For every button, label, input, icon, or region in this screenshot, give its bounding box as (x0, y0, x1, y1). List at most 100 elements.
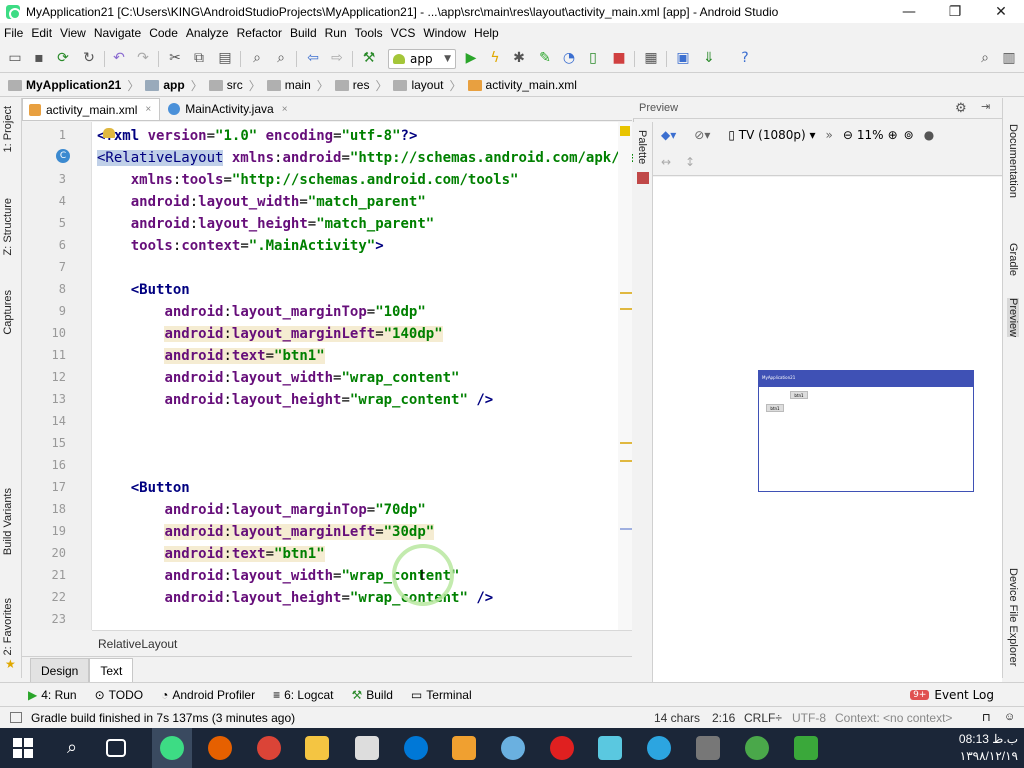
preview-button-2[interactable]: btn1 (766, 404, 784, 412)
profile-icon[interactable]: ◔ (560, 49, 578, 67)
project-structure-icon[interactable]: ▣ (674, 49, 692, 67)
breadcrumb-item[interactable]: app 〉 (145, 77, 203, 94)
find-icon[interactable]: ⌕ (248, 49, 266, 67)
cut-icon[interactable]: ✂ (166, 49, 184, 67)
windows-start-icon[interactable] (12, 737, 34, 759)
sdk-manager-icon[interactable]: ⇓ (700, 49, 718, 67)
avd-manager-icon[interactable]: ▦ (642, 49, 660, 67)
file-encoding[interactable]: UTF-8 (792, 711, 826, 725)
code-line[interactable]: android:layout_marginTop="10dp" (97, 301, 425, 323)
lock-icon[interactable]: ⊓ (982, 711, 991, 724)
attach-debugger-icon[interactable]: ✎ (536, 49, 554, 67)
breadcrumb-item[interactable]: src 〉 (208, 77, 261, 94)
sync-icon[interactable]: ⟳ (54, 49, 72, 67)
tool-terminal[interactable]: ▭ Terminal (411, 688, 472, 702)
open-folder-icon[interactable]: ▭ (6, 49, 24, 67)
resize-horizontal-icon[interactable]: ↔ (661, 155, 671, 169)
run-icon[interactable]: ▶ (462, 49, 480, 67)
zoom-in-icon[interactable]: ⊕ (888, 128, 898, 142)
editor-breadcrumb[interactable]: RelativeLayout (92, 630, 632, 656)
code-line[interactable]: android:layout_marginLeft="140dp" (97, 323, 443, 345)
menu-analyze[interactable]: Analyze (186, 26, 229, 40)
taskbar-app[interactable] (598, 736, 622, 760)
code-line[interactable]: android:text="btn1" (97, 345, 325, 367)
apply-changes-icon[interactable]: ϟ (486, 49, 504, 67)
undo-icon[interactable]: ↶ (110, 49, 128, 67)
maximize-button[interactable]: ❐ (932, 4, 978, 20)
system-clock[interactable]: 08:13 ب.ظ ۱۳۹۸/۱۲/۱۹ (959, 731, 1018, 765)
more-icon[interactable]: » (826, 128, 833, 142)
breadcrumb-item[interactable]: res 〉 (334, 77, 387, 94)
tab-palette[interactable]: Palette (636, 130, 648, 164)
menu-file[interactable]: File (4, 26, 23, 40)
tool-logcat[interactable]: ≡ 6: Logcat (273, 688, 333, 702)
resize-vertical-icon[interactable]: ↕ (685, 155, 695, 169)
taskbar-android-studio[interactable] (152, 728, 192, 768)
menu-navigate[interactable]: Navigate (94, 26, 141, 40)
event-log[interactable]: 9+ Event Log (910, 688, 994, 702)
run-config-select[interactable]: app ▼ (388, 49, 456, 69)
taskbar-firefox[interactable] (208, 736, 232, 760)
tab-gradle[interactable]: Gradle (1007, 243, 1019, 276)
tool-todo[interactable]: ⊙ TODO (95, 688, 144, 702)
taskbar-download[interactable] (745, 736, 769, 760)
tab-main-activity-java[interactable]: MainActivity.java × (162, 98, 295, 120)
stop-icon[interactable]: ■ (610, 49, 628, 67)
orientation-icon[interactable]: ⊘▾ (694, 128, 710, 142)
menu-vcs[interactable]: VCS (391, 26, 416, 40)
code-line[interactable]: android:layout_height="wrap_content" /> (97, 389, 493, 411)
tab-structure[interactable]: Z: Structure (2, 198, 14, 255)
menu-help[interactable]: Help (474, 26, 499, 40)
taskbar-calculator[interactable] (355, 736, 379, 760)
code-line[interactable]: <?xml version="1.0" encoding="utf-8"?> (97, 125, 417, 147)
close-tab-icon[interactable]: × (145, 104, 151, 115)
lightbulb-icon[interactable] (103, 128, 115, 138)
paste-icon[interactable]: ▤ (216, 49, 234, 67)
menu-edit[interactable]: Edit (31, 26, 52, 40)
taskbar-chrome[interactable] (257, 736, 281, 760)
replace-icon[interactable]: ⌕ (272, 49, 290, 67)
tab-preview[interactable]: Preview (1007, 298, 1019, 338)
save-icon[interactable]: ▪ (30, 49, 48, 67)
tab-documentation[interactable]: Documentation (1007, 124, 1019, 198)
hide-panel-icon[interactable]: ⇥ (981, 100, 990, 113)
device-preview[interactable]: MyApplication21 btn1 btn1 (758, 370, 974, 492)
tab-text[interactable]: Text (89, 658, 134, 682)
zoom-out-icon[interactable]: ⊖ (843, 128, 853, 142)
gear-icon[interactable]: ⚙ (955, 100, 967, 116)
code-line[interactable]: android:layout_marginLeft="30dp" (97, 521, 435, 543)
refresh-icon[interactable]: ↻ (80, 49, 98, 67)
taskbar-media[interactable] (452, 736, 476, 760)
warning-icon[interactable]: ● (924, 128, 934, 142)
menu-refactor[interactable]: Refactor (237, 26, 282, 40)
close-button[interactable]: ✕ (978, 4, 1024, 20)
preview-button-1[interactable]: btn1 (790, 391, 808, 399)
device-select[interactable]: ▯ TV (1080p) ▾ (728, 128, 815, 142)
code-line[interactable]: <Button (97, 477, 190, 499)
breadcrumb-item[interactable]: main 〉 (266, 77, 329, 94)
tool-build[interactable]: ⚒ Build (351, 688, 392, 702)
taskbar-tool[interactable] (696, 736, 720, 760)
coverage-icon[interactable]: ▯ (584, 49, 602, 67)
breadcrumb-item[interactable]: layout 〉 (393, 77, 462, 94)
class-gutter-icon[interactable]: C (56, 149, 70, 163)
code-line[interactable]: android:layout_marginTop="70dp" (97, 499, 425, 521)
taskbar-explorer[interactable] (305, 736, 329, 760)
layout-icon[interactable]: ▥ (1000, 49, 1018, 67)
minimize-button[interactable]: — (886, 4, 932, 20)
code-line[interactable]: android:layout_height="match_parent" (97, 213, 434, 235)
caret-position[interactable]: 2:16 (712, 711, 735, 725)
taskbar-record[interactable] (550, 736, 574, 760)
search-everywhere-icon[interactable]: ⌕ (976, 49, 994, 67)
taskbar-app2[interactable] (794, 736, 818, 760)
debug-icon[interactable]: ✱ (510, 49, 528, 67)
tool-run[interactable]: ▶ 4: Run (28, 688, 77, 702)
breadcrumb-item[interactable]: MyApplication21 〉 (8, 77, 139, 94)
menu-tools[interactable]: Tools (355, 26, 383, 40)
forward-icon[interactable]: ⇨ (328, 49, 346, 67)
code-line[interactable]: <Button (97, 279, 190, 301)
tab-favorites[interactable]: 2: Favorites (2, 598, 14, 655)
tab-device-file-explorer[interactable]: Device File Explorer (1007, 568, 1019, 666)
status-message[interactable]: Gradle build finished in 7s 137ms (3 min… (31, 711, 295, 725)
menu-build[interactable]: Build (290, 26, 317, 40)
